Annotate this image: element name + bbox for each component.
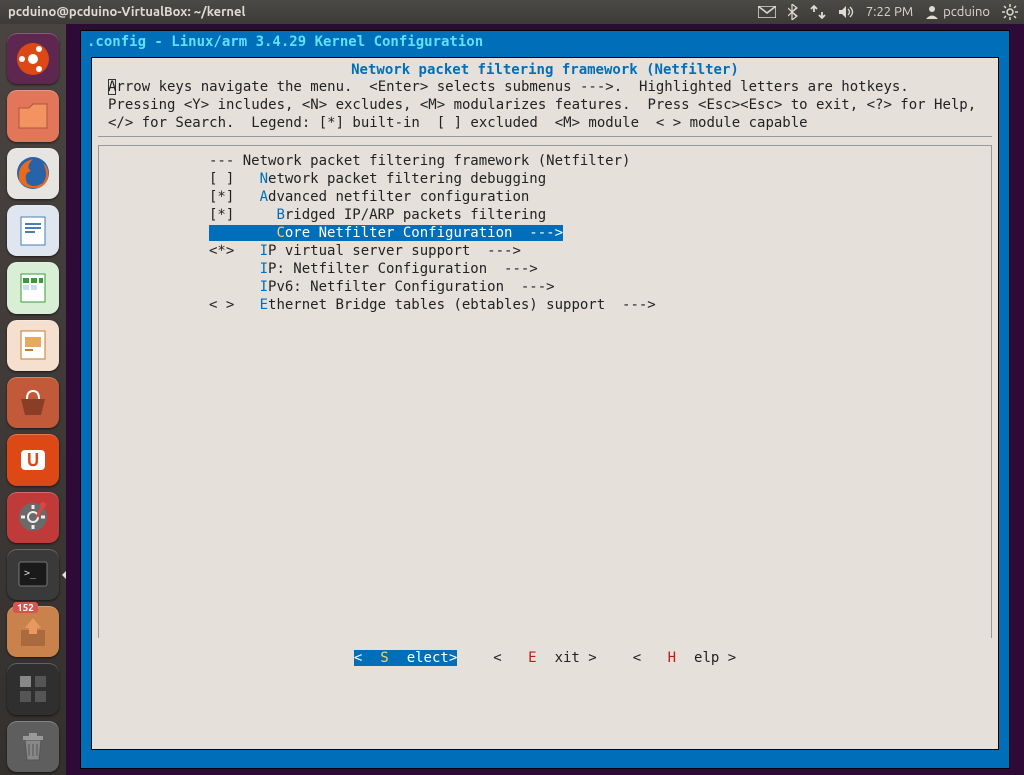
hotkey: A — [260, 189, 268, 205]
menu-item[interactable]: Core Netfilter Configuration ---> — [99, 224, 991, 242]
menuconfig-dialog: Network packet filtering framework (Netf… — [91, 57, 999, 750]
launcher-trash[interactable] — [7, 721, 59, 772]
config-header: .config - Linux/arm 3.4.29 Kernel Config… — [81, 31, 1009, 53]
menu-symbol — [209, 279, 260, 295]
launcher-software-center[interactable] — [7, 377, 59, 428]
button-bar: <Select> < Exit > < Help > — [92, 638, 998, 686]
svg-text:U: U — [27, 450, 40, 470]
menu-symbol — [209, 225, 276, 241]
menu-label: ridged IP/ARP packets filtering — [285, 207, 546, 223]
hotkey: N — [260, 171, 268, 187]
help-button[interactable]: < Help > — [633, 650, 736, 666]
hotkey: C — [276, 225, 284, 241]
launcher-ubuntu-one[interactable]: U — [7, 434, 59, 485]
menu-item[interactable]: < > Ethernet Bridge tables (ebtables) su… — [99, 296, 991, 314]
network-icon[interactable] — [804, 4, 832, 20]
launcher-files[interactable] — [7, 90, 59, 141]
launcher-calc[interactable] — [7, 262, 59, 313]
launcher-impress[interactable] — [7, 320, 59, 371]
menu-item[interactable]: IP: Netfilter Configuration ---> — [99, 260, 991, 278]
menu-item[interactable]: [ ] Network packet filtering debugging — [99, 170, 991, 188]
menu-label: thernet Bridge tables (ebtables) support… — [268, 297, 656, 313]
top-panel: pcduino@pcduino-VirtualBox: ~/kernel 7:2… — [0, 0, 1024, 24]
menu-label: Network packet filtering framework (Netf… — [243, 153, 631, 169]
menu-item[interactable]: --- Network packet filtering framework (… — [99, 152, 991, 170]
menu-label: P virtual server support ---> — [268, 243, 521, 259]
exit-button[interactable]: < Exit > — [493, 650, 596, 666]
unity-launcher: U >_ 152 — [0, 24, 66, 775]
menu-label: etwork packet filtering debugging — [268, 171, 546, 187]
menuconfig-screen: .config - Linux/arm 3.4.29 Kernel Config… — [80, 30, 1010, 769]
gear-icon[interactable] — [996, 4, 1024, 20]
launcher-settings[interactable] — [7, 492, 59, 543]
user-menu[interactable]: pcduino — [919, 5, 996, 19]
menu-label: P: Netfilter Configuration ---> — [268, 261, 538, 277]
launcher-terminal[interactable]: >_ — [7, 549, 59, 600]
sound-icon[interactable] — [832, 5, 860, 19]
menu-symbol — [209, 261, 260, 277]
menu-symbol: [*] — [209, 189, 260, 205]
clock[interactable]: 7:22 PM — [860, 5, 919, 19]
mail-icon[interactable] — [752, 6, 782, 18]
hotkey: E — [260, 297, 268, 313]
menu-symbol: [*] — [209, 207, 276, 223]
menu-symbol: [ ] — [209, 171, 260, 187]
menu-item[interactable]: <*> IP virtual server support ---> — [99, 242, 991, 260]
terminal-window: .config - Linux/arm 3.4.29 Kernel Config… — [66, 24, 1024, 775]
bluetooth-icon[interactable] — [782, 4, 804, 20]
select-button[interactable]: <Select> — [354, 650, 457, 666]
menu-item[interactable]: [*] Advanced netfilter configuration — [99, 188, 991, 206]
user-label: pcduino — [943, 5, 990, 19]
svg-text:>_: >_ — [24, 568, 37, 579]
menu-item[interactable]: [*] Bridged IP/ARP packets filtering — [99, 206, 991, 224]
launcher-writer[interactable] — [7, 205, 59, 256]
launcher-workspaces[interactable] — [7, 663, 59, 714]
menu-symbol: <*> — [209, 243, 260, 259]
menu-item[interactable]: IPv6: Netfilter Configuration ---> — [99, 278, 991, 296]
hotkey: I — [260, 279, 268, 295]
help-text: Arrow keys navigate the menu. <Enter> se… — [98, 78, 992, 137]
dialog-title: Network packet filtering framework (Netf… — [92, 58, 998, 78]
launcher-dash[interactable] — [7, 33, 59, 84]
launcher-updates[interactable]: 152 — [7, 606, 59, 657]
hotkey: B — [276, 207, 284, 223]
menu-symbol: < > — [209, 297, 260, 313]
menu-list[interactable]: --- Network packet filtering framework (… — [98, 145, 992, 638]
hotkey: I — [260, 243, 268, 259]
launcher-firefox[interactable] — [7, 148, 59, 199]
menu-label: Pv6: Netfilter Configuration ---> — [268, 279, 555, 295]
menu-label: dvanced netfilter configuration — [268, 189, 529, 205]
menu-symbol: --- — [209, 153, 243, 169]
badge: 152 — [13, 602, 38, 613]
window-title: pcduino@pcduino-VirtualBox: ~/kernel — [0, 5, 245, 19]
hotkey: I — [260, 261, 268, 277]
